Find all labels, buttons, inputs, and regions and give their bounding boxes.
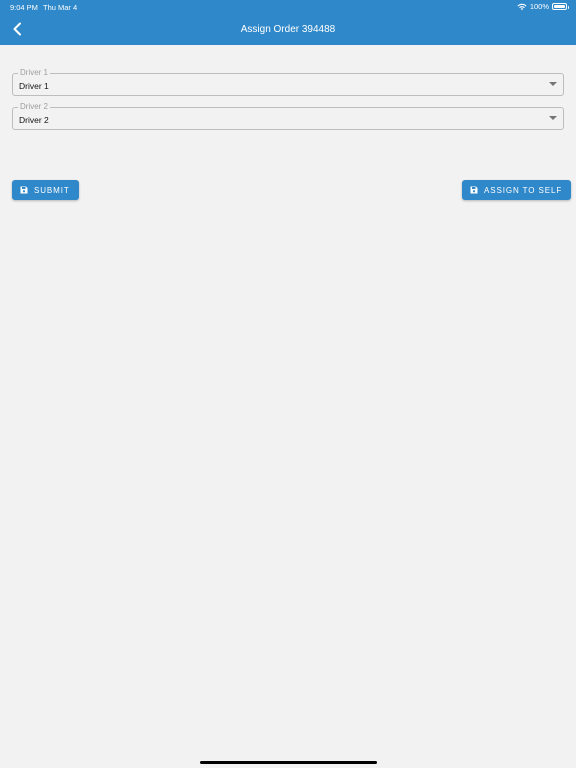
status-indicators: 100% — [517, 2, 569, 11]
battery-icon — [552, 3, 569, 10]
submit-label: SUBMIT — [34, 185, 70, 195]
page-title: Assign Order 394488 — [240, 24, 336, 35]
driver2-label: Driver 2 — [18, 102, 51, 112]
save-icon — [470, 186, 478, 194]
driver1-select[interactable]: Driver 1 Driver 1 — [12, 68, 564, 96]
driver2-value: Driver 2 — [19, 115, 49, 125]
submit-button[interactable]: SUBMIT — [12, 180, 79, 200]
app-header: 9:04 PM Thu Mar 4 100% Assign Order 3944… — [0, 0, 576, 45]
status-date: Thu Mar 4 — [43, 3, 78, 12]
dropdown-arrow-icon — [549, 116, 557, 120]
assign-to-self-button[interactable]: ASSIGN TO SELF — [462, 180, 572, 200]
save-icon — [20, 186, 28, 194]
assign-to-self-label: ASSIGN TO SELF — [484, 185, 563, 195]
driver2-select[interactable]: Driver 2 Driver 2 — [12, 102, 564, 130]
status-time: 9:04 PM — [10, 3, 38, 12]
battery-percent: 100% — [529, 2, 549, 11]
dropdown-arrow-icon — [549, 82, 557, 86]
driver1-value: Driver 1 — [19, 81, 49, 91]
home-indicator — [200, 761, 377, 764]
driver1-label: Driver 1 — [18, 68, 51, 78]
wifi-icon — [517, 3, 527, 10]
status-bar: 9:04 PM Thu Mar 4 100% — [0, 0, 576, 14]
